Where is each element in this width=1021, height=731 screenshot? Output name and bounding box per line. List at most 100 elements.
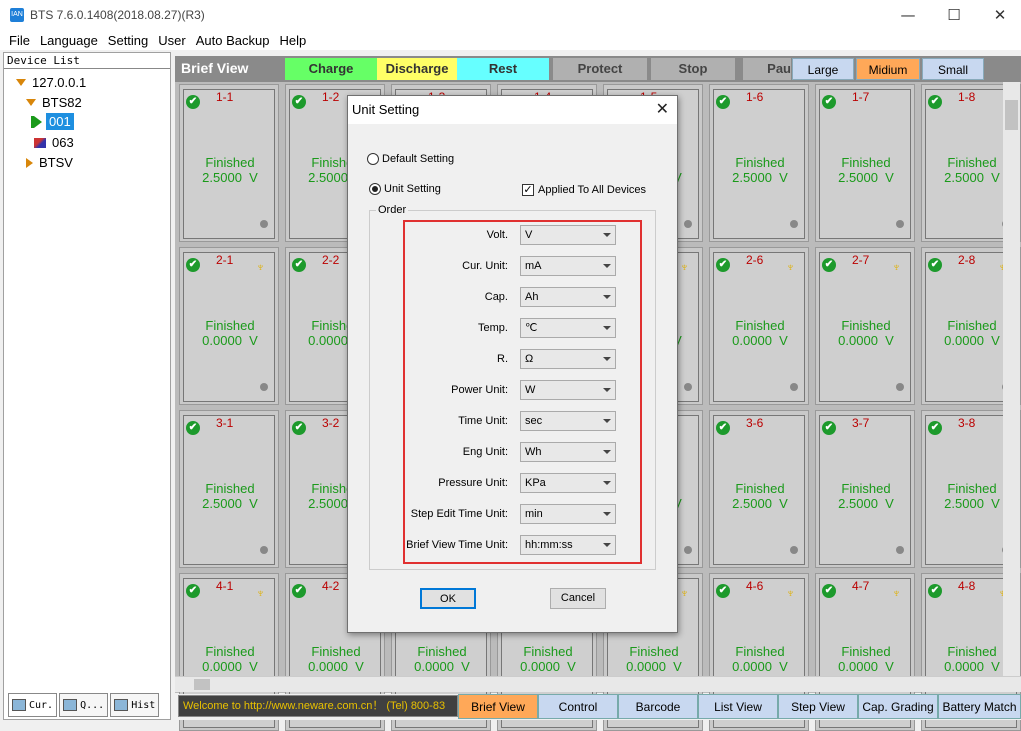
tree-node-device[interactable]: BTS82 [26,95,82,110]
channel-voltage: 0.0000 V [626,659,682,674]
protect-button[interactable]: Protect [553,58,647,80]
vertical-scrollbar[interactable] [1003,82,1020,676]
size-small-button[interactable]: Small [922,58,984,80]
unit-select[interactable]: hh:mm:ss [520,535,616,555]
indicator-dot-icon [790,220,798,228]
channel-voltage: 0.0000 V [414,659,470,674]
unit-select[interactable]: Ω [520,349,616,369]
unit-field-row: Cur. Unit: mA [348,256,618,276]
tab-control[interactable]: Control [538,694,618,719]
unit-select-value: V [525,229,533,241]
applied-all-checkbox[interactable]: ✓ [522,184,534,196]
close-button[interactable]: ✕ [977,0,1021,30]
unit-setting-radio[interactable] [369,183,381,195]
unit-select[interactable]: Wh [520,442,616,462]
size-medium-button[interactable]: Midium [856,58,920,80]
finished-check-icon: ✔ [292,258,306,272]
unit-select[interactable]: sec [520,411,616,431]
unit-select[interactable]: min [520,504,616,524]
pause-button[interactable]: Pau [743,58,791,80]
tree-node-host[interactable]: 127.0.0.1 [16,75,86,90]
unit-field-row: Step Edit Time Unit: min [348,504,618,524]
channel-cell[interactable]: ✔ 3-1 Finished 2.5000 V [179,410,279,568]
horizontal-scroll-thumb[interactable] [194,679,210,690]
unit-icon [34,137,46,148]
unit-select[interactable]: mA [520,256,616,276]
finished-check-icon: ✔ [292,95,306,109]
vertical-scroll-thumb[interactable] [1005,100,1018,130]
tree-node-btsv[interactable]: BTSV [26,155,73,170]
channel-id: 2-2 [322,253,340,267]
tab-list-view[interactable]: List View [698,694,778,719]
unit-field-row: Volt. V [348,225,618,245]
menu-user[interactable]: User [153,33,190,48]
indicator-dot-icon [896,383,904,391]
app-icon: IAN [10,8,24,22]
collapse-icon[interactable] [26,157,33,168]
expand-icon[interactable] [16,79,26,86]
channel-cell[interactable]: ✔ 2-1 ♆ Finished 0.0000 V [179,247,279,405]
horizontal-scrollbar[interactable] [175,676,1021,692]
channel-cell[interactable]: ✔ 1-1 Finished 2.5000 V [179,84,279,242]
unit-select-value: Ah [525,291,539,303]
menu-setting[interactable]: Setting [103,33,153,48]
default-setting-label: Default Setting [382,153,455,165]
device-list-panel: Device List 127.0.0.1 BTS82 001 063 BTSV [3,52,171,720]
tab-history[interactable]: Hist [110,693,160,717]
channel-cell[interactable]: ✔ 3-6 Finished 2.5000 V [709,410,809,568]
channel-status: Finished [735,644,785,659]
channel-status: Finished [417,644,467,659]
indicator-dot-icon [684,220,692,228]
maximize-button[interactable]: ☐ [931,0,977,30]
menu-file[interactable]: File [4,33,35,48]
cancel-button[interactable]: Cancel [550,588,606,609]
channel-cell[interactable]: ✔ 3-7 Finished 2.5000 V [815,410,915,568]
channel-status: Finished [735,155,785,170]
discharge-button[interactable]: Discharge [377,58,457,80]
unit-field-row: Eng Unit: Wh [348,442,618,462]
channel-cell[interactable]: ✔ 1-7 Finished 2.5000 V [815,84,915,242]
tab-step-view[interactable]: Step View [778,694,858,719]
tree-node-unit-063[interactable]: 063 [34,135,74,150]
unit-select[interactable]: V [520,225,616,245]
channel-cell[interactable]: ✔ 1-6 Finished 2.5000 V [709,84,809,242]
channel-voltage: 2.5000 V [838,170,894,185]
tab-brief-view[interactable]: Brief View [458,694,538,719]
ok-button[interactable]: OK [420,588,476,609]
menu-bar: File Language Setting User Auto Backup H… [0,30,1021,50]
minimize-button[interactable]: — [885,0,931,30]
channel-voltage: 0.0000 V [732,659,788,674]
unit-select[interactable]: W [520,380,616,400]
unit-field-row: Time Unit: sec [348,411,618,431]
unit-field-label: Eng Unit: [462,446,508,458]
dialog-close-icon[interactable]: ✕ [656,99,669,118]
channel-cell[interactable]: ✔ 2-6 ♆ Finished 0.0000 V [709,247,809,405]
unit-select[interactable]: KPa [520,473,616,493]
channel-id: 1-7 [852,90,870,104]
tab-barcode[interactable]: Barcode [618,694,698,719]
charge-button[interactable]: Charge [285,58,377,80]
channel-status: Finished [735,481,785,496]
channel-cell[interactable]: ✔ 2-7 ♆ Finished 0.0000 V [815,247,915,405]
plug-icon: ♆ [256,586,265,600]
menu-help[interactable]: Help [274,33,311,48]
tab-cap-grading[interactable]: Cap. Grading [858,694,938,719]
window-title: BTS 7.6.0.1408(2018.08.27)(R3) [30,8,205,22]
menu-language[interactable]: Language [35,33,103,48]
tree-node-label: 001 [46,113,74,130]
size-large-button[interactable]: Large [792,58,854,80]
expand-icon[interactable] [26,99,36,106]
default-setting-radio[interactable] [367,153,379,165]
rest-button[interactable]: Rest [457,58,549,80]
unit-select[interactable]: Ah [520,287,616,307]
unit-select[interactable]: ℃ [520,318,616,338]
menu-auto-backup[interactable]: Auto Backup [191,33,275,48]
tab-current[interactable]: Cur. [8,693,58,717]
channel-status: Finished [841,318,891,333]
tab-battery-match[interactable]: Battery Match [938,694,1021,719]
chevron-down-icon [603,388,611,392]
channel-id: 1-8 [958,90,976,104]
tree-node-unit-001[interactable]: 001 [34,113,74,130]
stop-button[interactable]: Stop [651,58,735,80]
tab-query[interactable]: Q... [59,693,109,717]
